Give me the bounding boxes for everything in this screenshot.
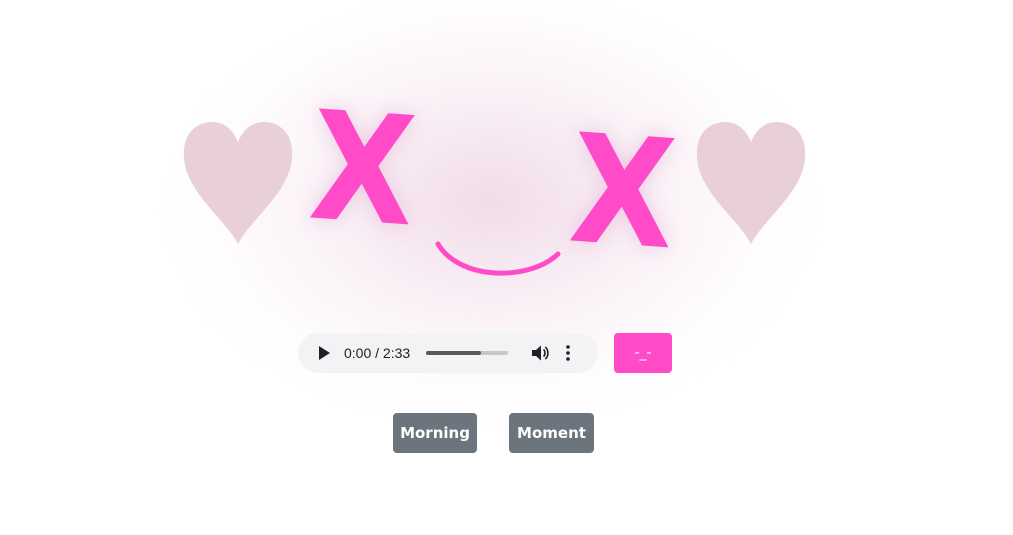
smile-mouth	[435, 241, 561, 276]
more-options-icon	[566, 345, 570, 361]
play-button[interactable]	[316, 345, 332, 361]
volume-icon	[532, 345, 549, 361]
volume-button[interactable]	[530, 343, 550, 363]
audio-player[interactable]: 0:00 / 2:33	[298, 333, 598, 373]
play-icon	[319, 346, 330, 360]
morning-button[interactable]: Morning	[393, 413, 477, 453]
more-options-button[interactable]	[562, 343, 574, 363]
left-eye-x: X	[304, 79, 421, 261]
moment-button[interactable]: Moment	[509, 413, 594, 453]
heart-left-icon	[183, 122, 293, 244]
progress-fill	[426, 351, 482, 355]
heart-right-icon	[696, 122, 806, 244]
time-display: 0:00 / 2:33	[344, 345, 411, 361]
progress-slider[interactable]	[426, 351, 509, 355]
right-eye-x: X	[564, 102, 681, 284]
page: X X 0:00 / 2:33 -_- Morning Moment	[0, 0, 1013, 535]
face-emoticon-button[interactable]: -_-	[614, 333, 672, 373]
